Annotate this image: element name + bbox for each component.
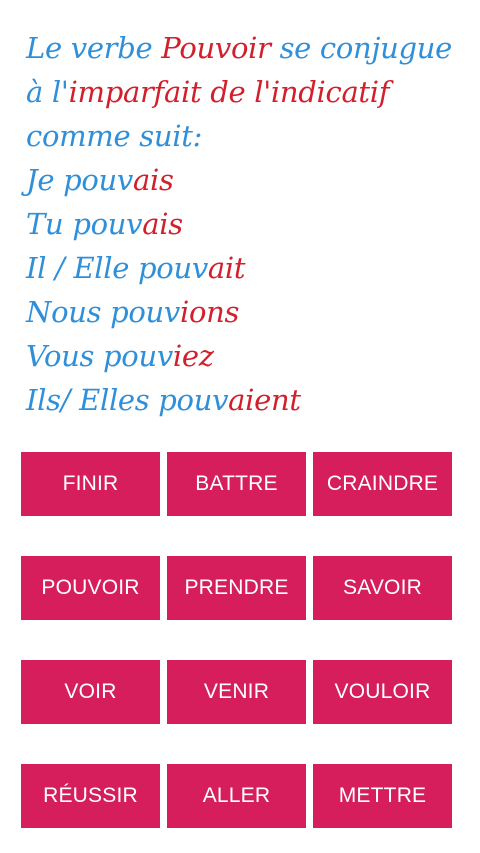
verb-button-vouloir[interactable]: VOULOIR <box>313 660 452 724</box>
verb-button-craindre[interactable]: CRAINDRE <box>313 452 452 516</box>
verb-button-savoir[interactable]: SAVOIR <box>313 556 452 620</box>
verb-button-grid: FINIR BATTRE CRAINDRE POUVOIR PRENDRE SA… <box>21 452 453 853</box>
intro-text: se conjugue <box>270 31 453 65</box>
verb-button-voir[interactable]: VOIR <box>21 660 160 724</box>
intro-line-3: comme suit: <box>26 114 466 158</box>
intro-text: Le verbe <box>26 31 162 65</box>
conjugation-stem: Ils/ Elles pouv <box>26 383 229 417</box>
conjugation-ending: ait <box>207 251 246 285</box>
conjugation-line: Ils/ Elles pouvaient <box>26 378 466 422</box>
intro-text: comme suit: <box>26 119 203 153</box>
conjugation-line: Je pouvais <box>26 158 466 202</box>
conjugation-stem: Vous pouv <box>26 339 173 373</box>
conjugation-stem: Je pouv <box>26 163 133 197</box>
verb-button-aller[interactable]: ALLER <box>167 764 306 828</box>
conjugation-line: Il / Elle pouvait <box>26 246 466 290</box>
button-row: POUVOIR PRENDRE SAVOIR <box>21 556 453 620</box>
conjugation-screen: Le verbe Pouvoir se conjugue à l'imparfa… <box>0 0 480 853</box>
conjugation-ending: ions <box>180 295 240 329</box>
button-row: FINIR BATTRE CRAINDRE <box>21 452 453 516</box>
conjugation-text: Le verbe Pouvoir se conjugue à l'imparfa… <box>26 26 466 422</box>
conjugation-line: Nous pouvions <box>26 290 466 334</box>
conjugation-ending: aient <box>228 383 301 417</box>
verb-button-battre[interactable]: BATTRE <box>167 452 306 516</box>
conjugation-ending: ais <box>142 207 183 241</box>
verb-button-venir[interactable]: VENIR <box>167 660 306 724</box>
tense-name: imparfait de l'indicatif <box>68 75 390 109</box>
conjugation-ending: iez <box>172 339 214 373</box>
conjugation-line: Tu pouvais <box>26 202 466 246</box>
verb-button-pouvoir[interactable]: POUVOIR <box>21 556 160 620</box>
conjugation-ending: ais <box>133 163 174 197</box>
conjugation-line: Vous pouviez <box>26 334 466 378</box>
conjugation-stem: Nous pouv <box>26 295 180 329</box>
intro-line-2: à l'imparfait de l'indicatif <box>26 70 466 114</box>
conjugation-stem: Tu pouv <box>26 207 143 241</box>
conjugation-stem: Il / Elle pouv <box>26 251 208 285</box>
verb-button-reussir[interactable]: RÉUSSIR <box>21 764 160 828</box>
verb-button-prendre[interactable]: PRENDRE <box>167 556 306 620</box>
verb-button-finir[interactable]: FINIR <box>21 452 160 516</box>
intro-line-1: Le verbe Pouvoir se conjugue <box>26 26 466 70</box>
verb-button-mettre[interactable]: METTRE <box>313 764 452 828</box>
verb-name: Pouvoir <box>161 31 271 65</box>
button-row: VOIR VENIR VOULOIR <box>21 660 453 724</box>
intro-text: à l' <box>26 75 69 109</box>
button-row: RÉUSSIR ALLER METTRE <box>21 764 453 828</box>
